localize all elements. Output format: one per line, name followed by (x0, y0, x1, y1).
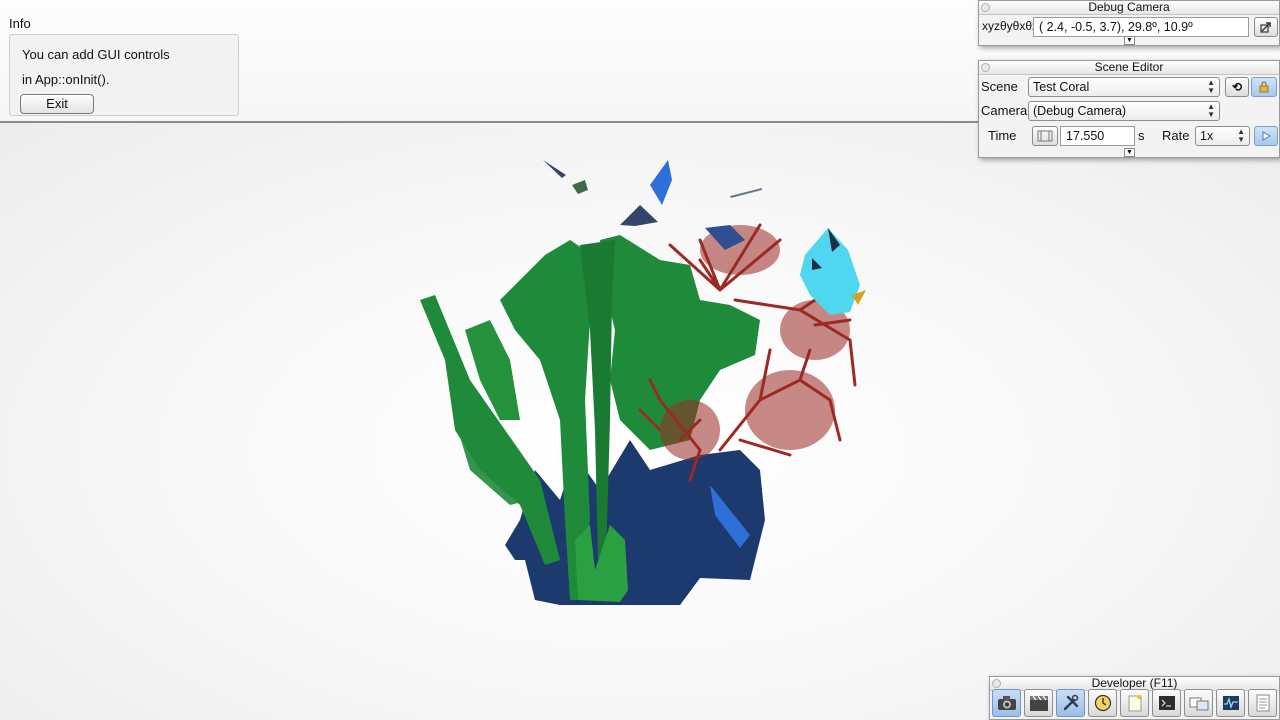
camera-coords-field[interactable]: ( 2.4, -0.5, 3.7), 29.8º, 10.9º (1033, 17, 1249, 37)
scene-editor-toggle-button[interactable] (1056, 689, 1085, 717)
chevron-down-icon[interactable]: ▼ (1124, 148, 1135, 157)
lock-icon (1259, 81, 1269, 93)
time-label: Time (988, 128, 1017, 143)
info-text-line-1: You can add GUI controls (22, 47, 170, 62)
updown-arrows-icon: ▲ ▼ (1207, 78, 1215, 95)
time-field[interactable]: 17.550 (1060, 126, 1135, 146)
console-button[interactable] (1152, 689, 1181, 717)
log-button[interactable] (1248, 689, 1277, 717)
info-panel-title: Info (9, 16, 31, 31)
camera-coords-label: xyzθyθxθz (982, 19, 1039, 33)
profiler-button[interactable] (1216, 689, 1245, 717)
note-icon (1128, 695, 1141, 712)
play-icon (1262, 131, 1272, 141)
camera-link-button[interactable] (1254, 17, 1278, 37)
rate-value: 1x (1200, 129, 1214, 143)
rate-label: Rate (1162, 128, 1190, 143)
screenshot-button[interactable] (992, 689, 1021, 717)
play-button[interactable] (1254, 126, 1278, 146)
scene-value: Test Coral (1033, 80, 1090, 94)
updown-arrows-icon: ▲ ▼ (1207, 102, 1215, 119)
rate-dropdown[interactable]: 1x ▲ ▼ (1195, 126, 1250, 146)
camera-dropdown[interactable]: (Debug Camera) ▲ ▼ (1028, 101, 1220, 121)
small-fish (543, 160, 762, 250)
clapperboard-icon (1029, 695, 1048, 711)
info-panel: You can add GUI controls in App::onInit(… (9, 34, 239, 116)
info-text-line-2: in App::onInit(). (22, 72, 110, 87)
camera-value: (Debug Camera) (1033, 104, 1127, 118)
profiler-icon (1222, 696, 1239, 710)
close-icon[interactable] (981, 63, 990, 72)
notes-button[interactable] (1120, 689, 1149, 717)
time-reset-button[interactable] (1032, 126, 1058, 146)
windows-button[interactable] (1184, 689, 1213, 717)
scene-label: Scene (981, 79, 1018, 94)
time-unit: s (1138, 128, 1145, 143)
debug-camera-title: Debug Camera (979, 1, 1279, 15)
film-icon (1037, 130, 1053, 142)
terminal-icon (1158, 696, 1175, 710)
link-icon (1260, 22, 1271, 33)
close-icon[interactable] (992, 679, 1001, 688)
time-control-button[interactable] (1088, 689, 1117, 717)
windows-icon (1189, 697, 1208, 711)
log-icon (1256, 694, 1269, 712)
chevron-down-icon[interactable]: ▼ (1124, 36, 1135, 45)
lock-scene-button[interactable] (1251, 77, 1277, 97)
close-icon[interactable] (981, 3, 990, 12)
reload-icon: ⟲ (1231, 80, 1243, 94)
clock-icon (1094, 694, 1111, 712)
reload-scene-button[interactable]: ⟲ (1225, 77, 1249, 97)
tools-icon (1063, 694, 1078, 711)
scene-editor-window: Scene Editor Scene Test Coral ▲ ▼ ⟲ Camer… (978, 60, 1280, 158)
scene-editor-title: Scene Editor (979, 61, 1279, 75)
debug-camera-window: Debug Camera xyzθyθxθz ( 2.4, -0.5, 3.7)… (978, 0, 1280, 46)
camera-icon (997, 696, 1016, 710)
exit-button[interactable]: Exit (20, 94, 94, 114)
scene-dropdown[interactable]: Test Coral ▲ ▼ (1028, 77, 1220, 97)
updown-arrows-icon: ▲ ▼ (1237, 127, 1245, 144)
camera-label: Camera (981, 103, 1028, 118)
video-record-button[interactable] (1024, 689, 1053, 717)
